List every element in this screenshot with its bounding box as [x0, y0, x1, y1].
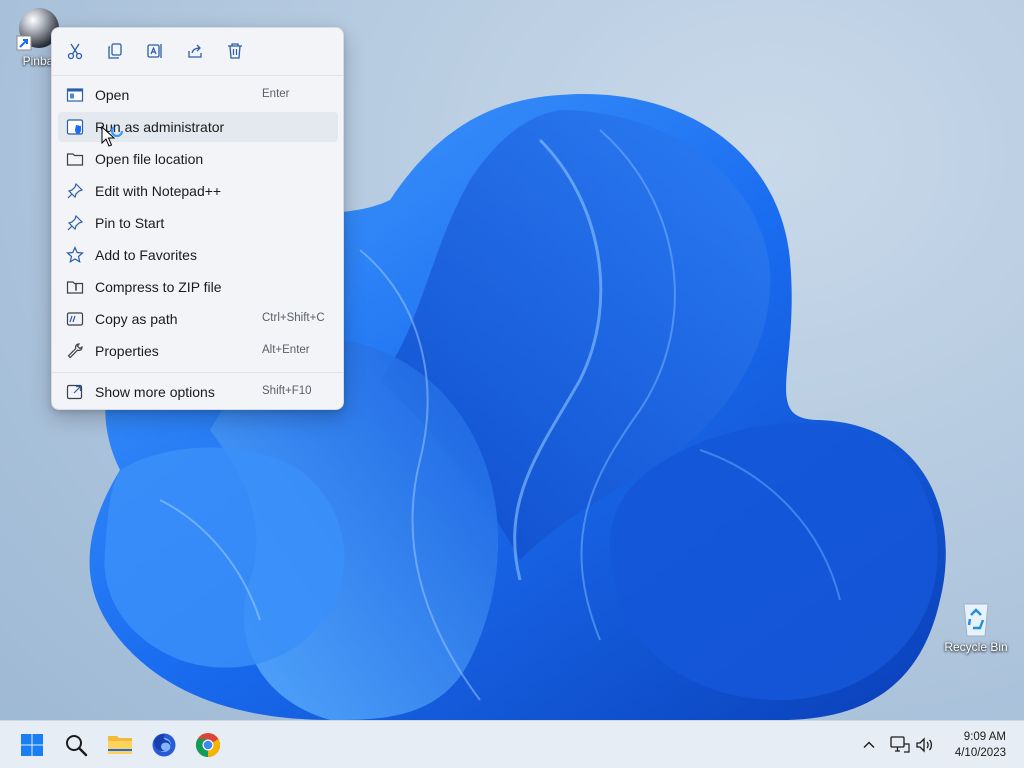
menu-item-shortcut: Enter: [262, 88, 290, 100]
menu-item-label: Edit with Notepad++: [95, 183, 222, 199]
recycle-bin-icon: [963, 603, 989, 637]
show-hidden-icons-button[interactable]: [858, 734, 880, 756]
menu-item-show-more-options[interactable]: Show more options Shift+F10: [58, 377, 338, 407]
menu-item-label: Pin to Start: [95, 215, 165, 231]
zip-icon: [66, 281, 84, 294]
menu-item-label: Add to Favorites: [95, 247, 197, 263]
chrome-icon: [195, 733, 221, 757]
menu-divider: [52, 372, 343, 373]
star-icon: [66, 246, 84, 264]
menu-item-pin-to-start[interactable]: Pin to Start: [58, 208, 338, 238]
context-menu: Open Enter Run as administrator Open fil…: [51, 27, 344, 410]
quick-actions-bar: [60, 36, 335, 68]
desktop-icon-recycle-bin[interactable]: Recycle Bin: [940, 598, 1012, 654]
windows-logo-icon: [21, 734, 43, 756]
network-button[interactable]: [889, 734, 911, 756]
search-button[interactable]: [59, 728, 93, 762]
cut-icon: [67, 43, 83, 60]
chevron-up-icon: [863, 741, 875, 748]
folder-icon: [66, 153, 84, 166]
open-icon: [66, 88, 84, 102]
firefox-button[interactable]: [147, 728, 181, 762]
menu-item-add-to-favorites[interactable]: Add to Favorites: [58, 240, 338, 270]
desktop[interactable]: Pinba Recycle Bin Open Enter Run as admi…: [0, 0, 1024, 720]
menu-item-properties[interactable]: Properties Alt+Enter: [58, 336, 338, 366]
clock[interactable]: 9:09 AM 4/10/2023: [955, 729, 1006, 761]
menu-item-label: Compress to ZIP file: [95, 279, 222, 295]
menu-item-label: Properties: [95, 343, 159, 359]
share-button[interactable]: [180, 36, 210, 66]
menu-item-edit-with-notepad[interactable]: Edit with Notepad++: [58, 176, 338, 206]
rename-button[interactable]: [140, 36, 170, 66]
mouse-cursor-busy-icon: [101, 126, 124, 147]
start-button[interactable]: [15, 728, 49, 762]
volume-icon: [916, 737, 933, 753]
shield-icon: [66, 119, 84, 135]
menu-item-label: Open file location: [95, 151, 204, 167]
menu-item-open-file-location[interactable]: Open file location: [58, 144, 338, 174]
pin-icon: [67, 182, 84, 199]
external-icon: [66, 384, 83, 400]
cut-button[interactable]: [60, 36, 90, 66]
file-explorer-button[interactable]: [103, 728, 137, 762]
desktop-icon-label: Pinba: [22, 54, 54, 68]
pin-icon: [67, 214, 84, 231]
path-icon: [66, 312, 84, 326]
copy-button[interactable]: [100, 36, 130, 66]
menu-item-label: Copy as path: [95, 311, 178, 327]
copy-icon: [108, 43, 122, 59]
network-icon: [890, 736, 910, 753]
wrench-icon: [67, 343, 83, 359]
taskbar: 9:09 AM 4/10/2023: [0, 720, 1024, 768]
firefox-icon: [152, 733, 176, 757]
menu-item-shortcut: Alt+Enter: [262, 344, 310, 356]
menu-item-label: Open: [95, 87, 130, 103]
delete-button[interactable]: [220, 36, 250, 66]
desktop-icon-label: Recycle Bin: [944, 640, 1008, 654]
menu-item-run-as-administrator[interactable]: Run as administrator: [58, 112, 338, 142]
delete-icon: [228, 43, 242, 59]
menu-item-compress-to-zip[interactable]: Compress to ZIP file: [58, 272, 338, 302]
file-explorer-icon: [108, 736, 132, 754]
menu-item-shortcut: Ctrl+Shift+C: [262, 312, 325, 324]
menu-item-open[interactable]: Open Enter: [58, 80, 338, 110]
menu-item-label: Show more options: [95, 384, 215, 400]
search-icon: [66, 735, 88, 757]
menu-item-shortcut: Shift+F10: [262, 385, 312, 397]
menu-divider: [52, 75, 343, 76]
chrome-button[interactable]: [191, 728, 225, 762]
rename-icon: [147, 44, 162, 58]
share-icon: [188, 44, 202, 58]
volume-button[interactable]: [914, 734, 936, 756]
clock-date: 4/10/2023: [954, 747, 1006, 759]
menu-item-copy-as-path[interactable]: Copy as path Ctrl+Shift+C: [58, 304, 338, 334]
clock-time: 9:09 AM: [963, 731, 1006, 743]
